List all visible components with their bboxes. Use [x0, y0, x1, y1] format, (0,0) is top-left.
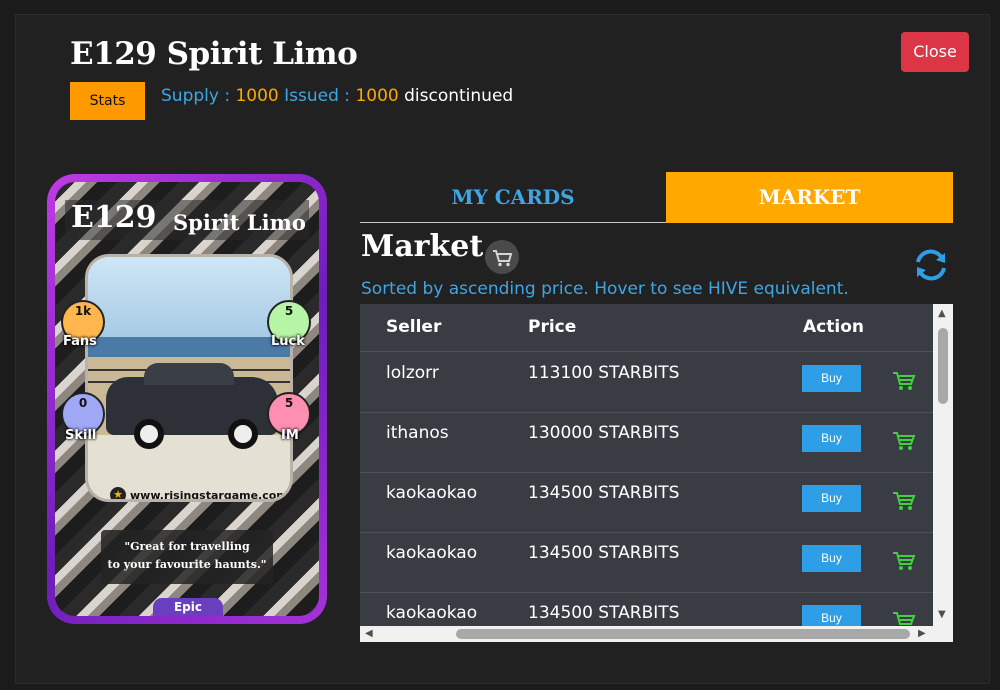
seller-cell: kaokaokao	[386, 603, 478, 623]
price-cell: 134500 STARBITS	[528, 483, 680, 503]
stats-button[interactable]: Stats	[70, 82, 145, 120]
supply-info: Supply : 1000 Issued : 1000 discontinued	[161, 86, 513, 106]
supply-value: 1000	[235, 86, 279, 106]
wheel-rear	[228, 419, 258, 449]
scroll-right-arrow-icon[interactable]: ▶	[918, 629, 926, 639]
im-value: 5	[284, 396, 294, 410]
buy-button[interactable]: Buy	[802, 485, 861, 512]
seller-cell: kaokaokao	[386, 483, 478, 503]
table-header: Seller Price Action	[360, 304, 936, 352]
vertical-scroll-thumb[interactable]	[938, 328, 948, 404]
price-cell: 113100 STARBITS	[528, 363, 680, 383]
column-action: Action	[803, 317, 864, 337]
luck-label: Luck	[271, 334, 305, 349]
page-title: E129 Spirit Limo	[70, 36, 358, 72]
im-label: IM	[281, 428, 299, 443]
supply-label: Supply :	[161, 86, 231, 106]
market-table: Seller Price Action lolzorr 113100 STARB…	[360, 304, 953, 642]
card-website-text: www.risingstargame.com	[130, 489, 288, 502]
buy-button[interactable]: Buy	[802, 425, 861, 452]
seller-cell: ithanos	[386, 423, 449, 443]
column-seller: Seller	[386, 317, 442, 337]
wheel-front	[134, 419, 164, 449]
market-heading: Market	[361, 229, 484, 264]
table-row: kaokaokao 134500 STARBITS Buy	[360, 533, 936, 593]
luck-value: 5	[284, 304, 294, 318]
skill-label: Skill	[65, 428, 97, 443]
card-photo: ★ www.risingstargame.com	[85, 254, 293, 502]
fans-value: 1k	[74, 304, 92, 318]
close-button[interactable]: Close	[901, 32, 969, 72]
tab-market[interactable]: MARKET	[666, 172, 953, 223]
status-text: discontinued	[404, 86, 514, 106]
table-row: ithanos 130000 STARBITS Buy	[360, 413, 936, 473]
scroll-up-arrow-icon[interactable]: ▲	[938, 309, 946, 319]
photo-sea	[88, 337, 290, 357]
add-to-cart-icon[interactable]	[890, 487, 918, 515]
skill-value: 0	[78, 396, 88, 410]
sort-note: Sorted by ascending price. Hover to see …	[361, 279, 849, 299]
seller-cell: lolzorr	[386, 363, 439, 383]
issued-label: Issued :	[284, 86, 351, 106]
photo-sky	[88, 257, 290, 337]
card-name: Spirit Limo	[173, 210, 306, 235]
card-quote: "Great for travelling to your favourite …	[101, 530, 273, 584]
star-icon: ★	[110, 487, 126, 499]
price-cell: 134500 STARBITS	[528, 603, 680, 623]
buy-button[interactable]: Buy	[802, 365, 861, 392]
price-cell: 130000 STARBITS	[528, 423, 680, 443]
add-to-cart-icon[interactable]	[890, 547, 918, 575]
buy-button[interactable]: Buy	[802, 545, 861, 572]
add-to-cart-icon[interactable]	[890, 427, 918, 455]
scroll-left-arrow-icon[interactable]: ◀	[365, 629, 373, 639]
card-face: E129 Spirit Limo ★ www.risingstargame.co…	[55, 182, 319, 616]
card-title-bar: E129 Spirit Limo	[65, 200, 309, 240]
column-price: Price	[528, 317, 577, 337]
add-to-cart-icon[interactable]	[890, 367, 918, 395]
refresh-icon[interactable]	[909, 243, 953, 287]
card-code: E129	[71, 200, 157, 235]
card-image: E129 Spirit Limo ★ www.risingstargame.co…	[47, 174, 327, 624]
table-row: lolzorr 113100 STARBITS Buy	[360, 353, 936, 413]
vertical-scrollbar[interactable]: ▲ ▼	[933, 304, 953, 626]
rarity-badge: Epic	[153, 598, 223, 616]
cart-icon	[485, 240, 519, 274]
card-quote-line2: to your favourite haunts."	[107, 558, 267, 571]
table-row: kaokaokao 134500 STARBITS Buy	[360, 473, 936, 533]
price-cell: 134500 STARBITS	[528, 543, 680, 563]
fans-label: Fans	[63, 334, 97, 349]
horizontal-scrollbar[interactable]: ◀ ▶	[360, 626, 953, 642]
horizontal-scroll-thumb[interactable]	[456, 629, 910, 639]
card-quote-line1: "Great for travelling	[124, 540, 250, 553]
issued-value: 1000	[355, 86, 399, 106]
card-website: ★ www.risingstargame.com	[110, 487, 288, 502]
seller-cell: kaokaokao	[386, 543, 478, 563]
tab-my-cards[interactable]: MY CARDS	[360, 172, 666, 223]
scroll-down-arrow-icon[interactable]: ▼	[938, 610, 946, 620]
